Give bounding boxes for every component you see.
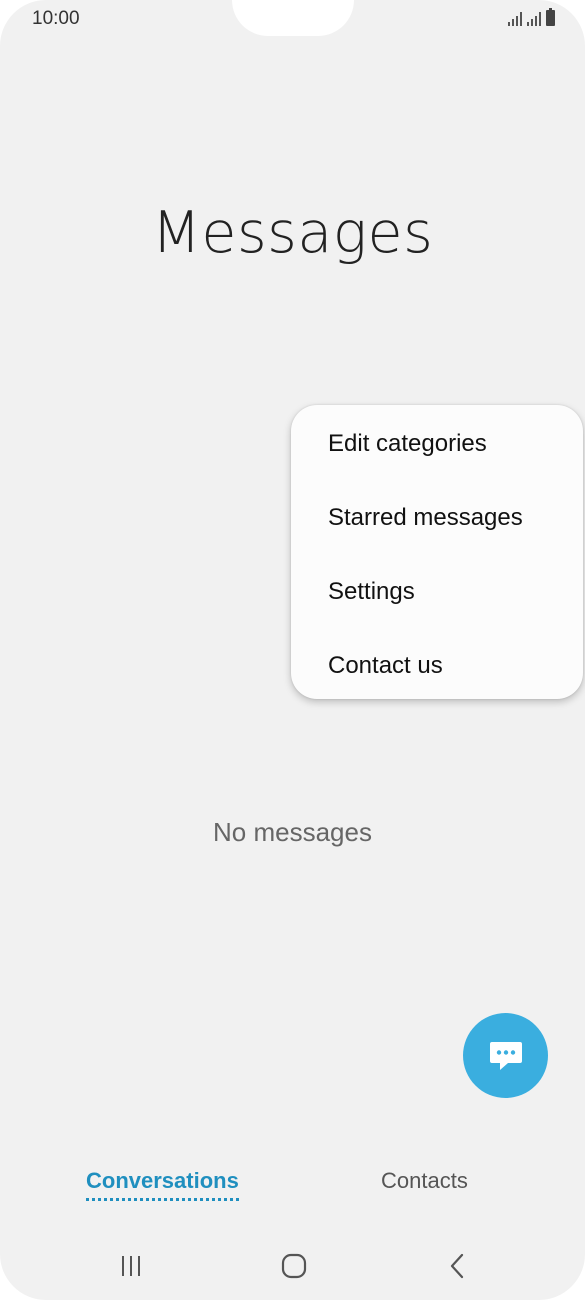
battery-icon	[546, 8, 555, 26]
empty-state-text: No messages	[213, 817, 372, 847]
page-title: Messages	[151, 200, 434, 266]
system-navigation-bar	[0, 1240, 585, 1290]
status-icons	[508, 8, 555, 26]
home-button[interactable]	[274, 1248, 314, 1284]
status-time: 10:00	[32, 8, 80, 29]
recent-apps-button[interactable]	[111, 1248, 151, 1284]
back-icon	[450, 1253, 464, 1279]
compose-message-button[interactable]	[463, 1013, 548, 1098]
overflow-menu: Edit categories Starred messages Setting…	[291, 405, 583, 699]
bottom-tabs: Conversations Contacts	[0, 1168, 585, 1208]
menu-item-settings[interactable]: Settings	[328, 578, 415, 606]
new-message-icon	[489, 1041, 522, 1070]
menu-item-contact-us[interactable]: Contact us	[328, 652, 443, 680]
signal-sim1-icon	[508, 11, 522, 26]
home-icon	[281, 1253, 307, 1279]
signal-sim2-icon	[527, 11, 541, 26]
tab-contacts[interactable]: Contacts	[381, 1168, 468, 1194]
status-bar: 10:00	[0, 0, 585, 40]
tab-conversations[interactable]: Conversations	[86, 1168, 239, 1201]
menu-item-starred-messages[interactable]: Starred messages	[328, 504, 523, 532]
back-button[interactable]	[438, 1248, 478, 1284]
phone-screen: 10:00 Messages Edit categories Starred m…	[0, 0, 585, 1300]
menu-item-edit-categories[interactable]: Edit categories	[328, 430, 487, 458]
recent-apps-icon	[122, 1256, 140, 1276]
